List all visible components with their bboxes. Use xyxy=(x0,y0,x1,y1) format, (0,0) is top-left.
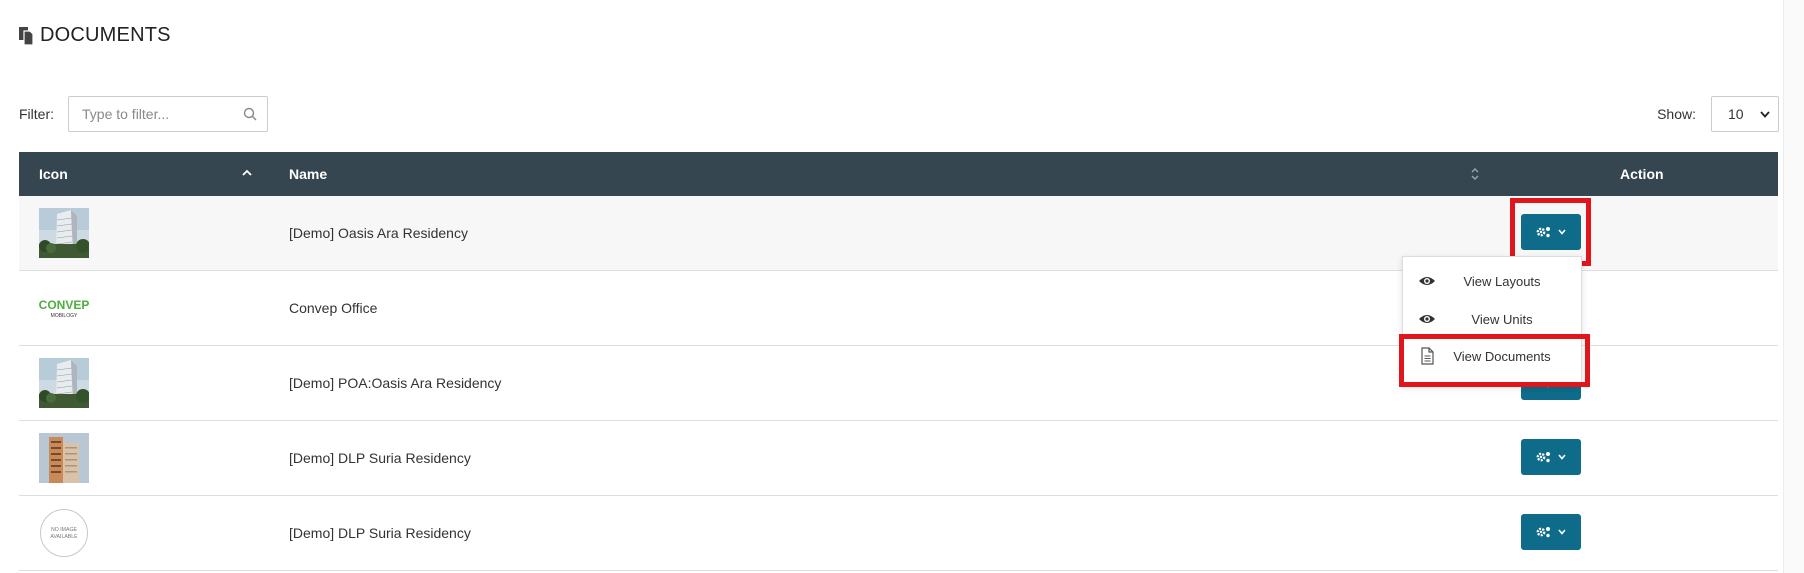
show-label: Show: xyxy=(1657,106,1696,122)
chevron-down-icon xyxy=(1760,110,1770,118)
filter-input[interactable] xyxy=(69,97,267,131)
project-name: [Demo] Oasis Ara Residency xyxy=(289,225,468,241)
sort-ascending-icon[interactable] xyxy=(241,167,253,179)
filter-label: Filter: xyxy=(19,106,54,122)
column-header-action: Action xyxy=(1620,166,1664,182)
scrollbar[interactable] xyxy=(1783,0,1804,573)
action-menu-button[interactable] xyxy=(1521,439,1581,475)
menu-item-label: View Layouts xyxy=(1463,273,1541,289)
column-header-name[interactable]: Name xyxy=(289,166,327,182)
table-header: Icon Name Action xyxy=(19,152,1778,196)
menu-item-view-layouts[interactable]: View Layouts xyxy=(1403,263,1581,299)
menu-item-view-units[interactable]: View Units xyxy=(1403,301,1581,337)
page-header: DOCUMENTS xyxy=(19,24,171,47)
convep-logo-text: CONVEP xyxy=(39,298,89,312)
project-name: [Demo] POA:Oasis Ara Residency xyxy=(289,375,502,391)
cogs-icon xyxy=(1536,527,1550,538)
project-name: [Demo] DLP Suria Residency xyxy=(289,525,471,541)
documents-icon xyxy=(19,26,34,45)
menu-item-label: View Units xyxy=(1471,311,1533,327)
table-row: [Demo] DLP Suria Residency xyxy=(19,421,1778,496)
page-size-select[interactable]: 10 xyxy=(1711,96,1779,132)
building-thumbnail xyxy=(39,208,89,258)
highlight-frame xyxy=(1399,334,1590,387)
page-size-control: Show: 10 xyxy=(1657,96,1779,132)
project-name: Convep Office xyxy=(289,300,378,316)
no-image-placeholder: NO IMAGE AVAILABLE xyxy=(40,509,88,557)
table-row: NO IMAGE AVAILABLE [Demo] DLP Suria Resi… xyxy=(19,496,1778,571)
filter-bar: Filter: xyxy=(19,96,268,132)
page-size-value: 10 xyxy=(1728,106,1744,122)
convep-logo: CONVEP MOBILOGY xyxy=(39,298,89,319)
page-title: DOCUMENTS xyxy=(40,24,171,46)
chevron-down-icon xyxy=(1558,454,1566,460)
project-name: [Demo] DLP Suria Residency xyxy=(289,450,471,466)
action-menu-button[interactable] xyxy=(1521,514,1581,550)
column-header-icon[interactable]: Icon xyxy=(39,166,68,182)
search-icon xyxy=(243,107,257,121)
available-text: AVAILABLE xyxy=(50,534,78,540)
building-thumbnail xyxy=(39,433,89,483)
no-image-text: NO IMAGE xyxy=(51,527,77,533)
building-thumbnail xyxy=(39,358,89,408)
cogs-icon xyxy=(1536,452,1550,463)
mobilogy-logo-text: MOBILOGY xyxy=(51,313,78,319)
chevron-down-icon xyxy=(1558,529,1566,535)
filter-field[interactable] xyxy=(68,96,268,132)
sort-unsorted-icon[interactable] xyxy=(1470,166,1480,182)
